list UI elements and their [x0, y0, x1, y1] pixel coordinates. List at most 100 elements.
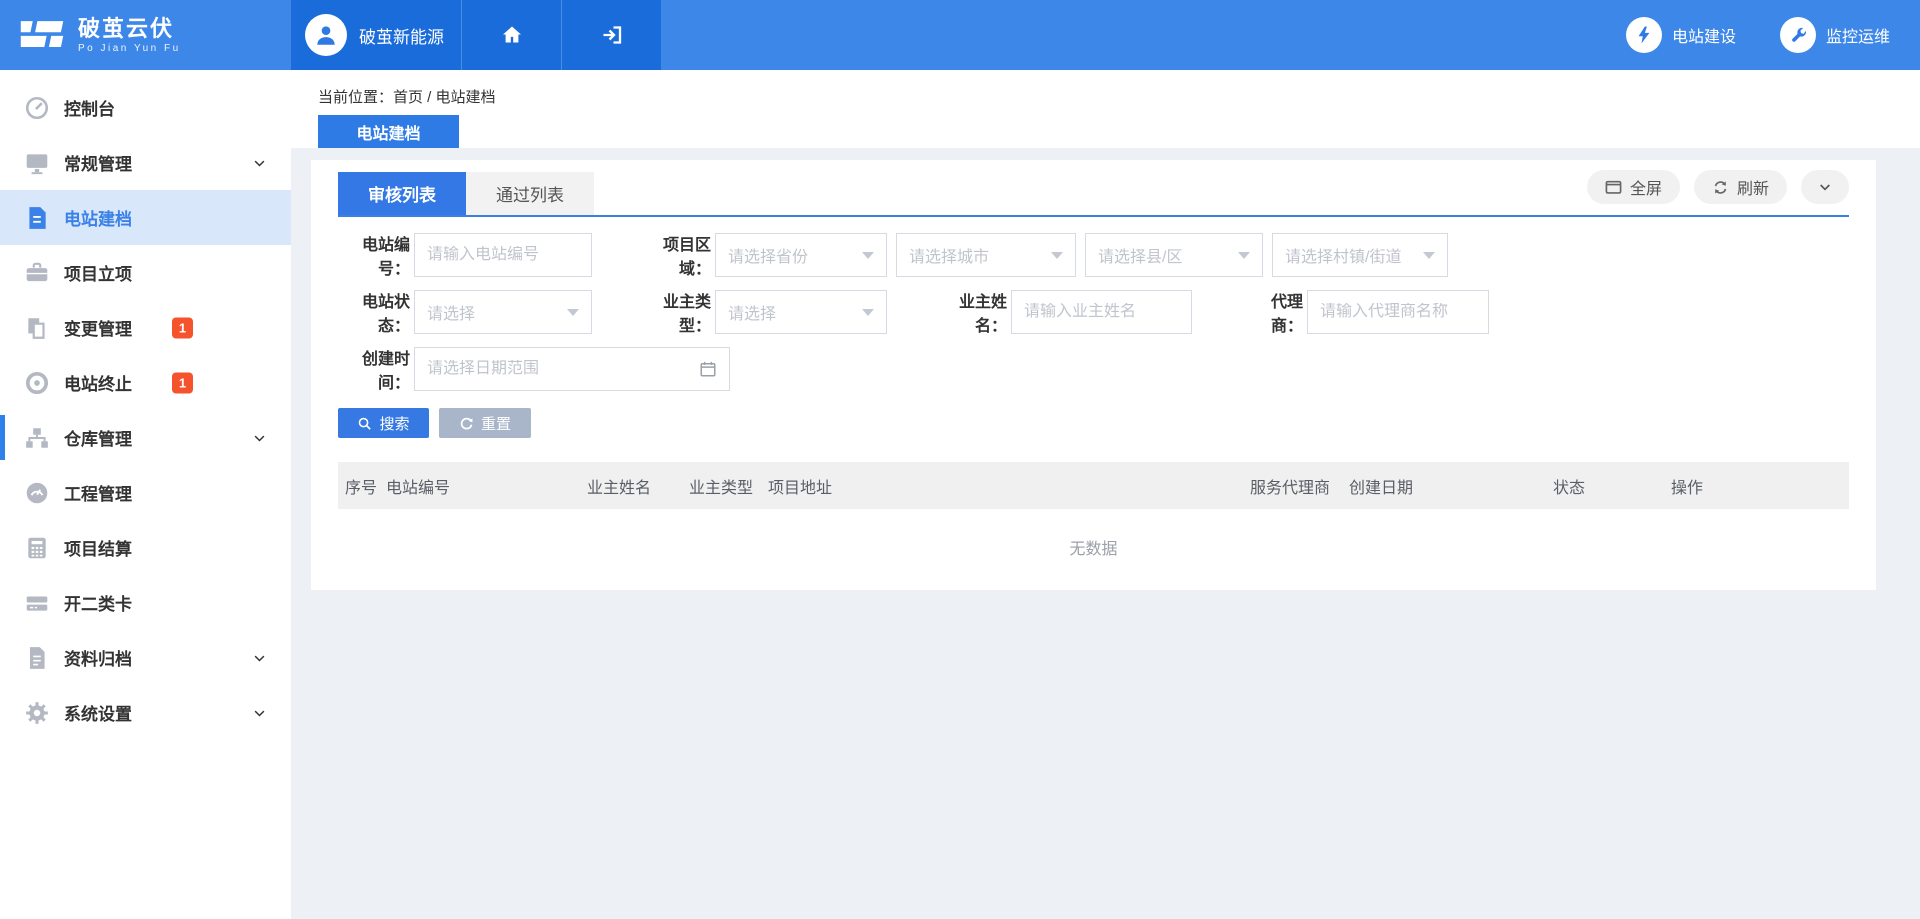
col-project-address: 项目地址	[768, 474, 1250, 498]
breadcrumb-bar: 当前位置：首页 / 电站建档 电站建档	[291, 70, 1920, 148]
sidebar-item-warehouse-mgmt[interactable]: 仓库管理	[0, 410, 291, 465]
sidebar-item-data-archive[interactable]: 资料归档	[0, 630, 291, 685]
user-name: 破茧新能源	[359, 23, 444, 48]
sidebar-item-engineering-mgmt[interactable]: 工程管理	[0, 465, 291, 520]
module-label: 监控运维	[1826, 23, 1890, 47]
search-icon	[357, 416, 372, 431]
sidebar-item-dashboard[interactable]: 控制台	[0, 80, 291, 135]
refresh-icon	[1712, 179, 1729, 196]
sidebar-item-project-settlement[interactable]: 项目结算	[0, 520, 291, 575]
wrench-circle	[1780, 17, 1816, 53]
tab-review-list[interactable]: 审核列表	[338, 172, 466, 215]
agent-label: 代理商：	[1247, 288, 1303, 336]
tab-passed-list[interactable]: 通过列表	[466, 172, 594, 215]
caret-down-icon	[1051, 252, 1063, 259]
sidebar-item-station-filing[interactable]: 电站建档	[0, 190, 291, 245]
station-status-select[interactable]: 请选择	[414, 290, 592, 334]
owner-type-label: 业主类型：	[641, 288, 711, 336]
chevron-down-icon	[252, 155, 267, 170]
search-button[interactable]: 搜索	[338, 408, 429, 438]
home-button[interactable]	[461, 0, 561, 70]
sidebar-item-label: 项目立项	[64, 260, 132, 285]
chevron-down-icon	[252, 705, 267, 720]
module-station-build[interactable]: 电站建设	[1626, 17, 1736, 53]
collapse-button[interactable]	[1801, 170, 1849, 204]
page-tab-station-filing[interactable]: 电站建档	[318, 115, 459, 148]
reset-button[interactable]: 重置	[439, 408, 531, 438]
brand-title: 破茧云伏	[78, 17, 181, 41]
sidebar-item-project-initiation[interactable]: 项目立项	[0, 245, 291, 300]
filter-row-2: 电站状态： 请选择 业主类型： 请选择 业主姓名：	[338, 290, 1849, 334]
province-select-value: 请选择省份	[728, 243, 808, 267]
refresh-label: 刷新	[1737, 175, 1769, 199]
refresh-button[interactable]: 刷新	[1694, 170, 1787, 204]
app-root: 破茧云伏 Po Jian Yun Fu 破茧新能源	[0, 0, 1920, 919]
chevron-down-icon	[252, 430, 267, 445]
owner-name-input[interactable]	[1024, 303, 1179, 321]
station-termination-badge: 1	[172, 372, 193, 393]
content-area: 审核列表 通过列表 全屏	[291, 148, 1920, 919]
brand-text: 破茧云伏 Po Jian Yun Fu	[78, 17, 181, 54]
bank-card-icon	[24, 590, 50, 616]
sidebar-item-label: 电站终止	[64, 370, 132, 395]
sidebar-item-label: 控制台	[64, 95, 115, 120]
home-icon	[500, 23, 524, 47]
sidebar-item-label: 项目结算	[64, 535, 132, 560]
header-user-section: 破茧新能源	[291, 0, 661, 70]
logout-button[interactable]	[561, 0, 661, 70]
briefcase-icon	[24, 260, 50, 286]
reset-label: 重置	[481, 413, 511, 434]
lightning-circle	[1626, 17, 1662, 53]
province-select[interactable]: 请选择省份	[715, 233, 887, 277]
sidebar-item-label: 常规管理	[64, 150, 132, 175]
calculator-icon	[24, 535, 50, 561]
sidebar-item-change-mgmt[interactable]: 变更管理 1	[0, 300, 291, 355]
filter-form: 电站编号： 项目区域： 请选择省份 请选择城市	[338, 217, 1849, 438]
module-monitor-ops[interactable]: 监控运维	[1780, 17, 1890, 53]
station-status-value: 请选择	[427, 300, 475, 324]
gear-icon	[24, 700, 50, 726]
agent-input[interactable]	[1320, 303, 1476, 321]
fullscreen-button[interactable]: 全屏	[1587, 170, 1680, 204]
sidebar-item-label: 开二类卡	[64, 590, 132, 615]
sidebar-item-station-termination[interactable]: 电站终止 1	[0, 355, 291, 410]
sidebar-item-system-settings[interactable]: 系统设置	[0, 685, 291, 740]
owner-type-value: 请选择	[728, 300, 776, 324]
user-menu[interactable]: 破茧新能源	[291, 0, 461, 70]
sidebar-item-label: 仓库管理	[64, 425, 132, 450]
chevron-down-icon	[252, 650, 267, 665]
city-select-value: 请选择城市	[909, 243, 989, 267]
col-status: 状态	[1553, 474, 1671, 498]
caret-down-icon	[1423, 252, 1435, 259]
caret-down-icon	[862, 252, 874, 259]
sidebar: 控制台 常规管理 电站建档	[0, 70, 291, 919]
calendar-icon	[699, 360, 717, 378]
caret-down-icon	[567, 309, 579, 316]
owner-name-label: 业主姓名：	[937, 288, 1007, 336]
avatar[interactable]	[305, 14, 347, 56]
town-select[interactable]: 请选择村镇/街道	[1272, 233, 1448, 277]
col-station-no: 电站编号	[386, 474, 587, 498]
owner-type-select[interactable]: 请选择	[715, 290, 887, 334]
region-label: 项目区域：	[641, 231, 711, 279]
station-filing-card: 审核列表 通过列表 全屏	[311, 160, 1876, 590]
reset-icon	[459, 416, 474, 431]
filter-row-1: 电站编号： 项目区域： 请选择省份 请选择城市	[338, 233, 1849, 277]
create-time-field[interactable]	[414, 347, 730, 391]
file-icon	[24, 645, 50, 671]
sidebar-item-general-mgmt[interactable]: 常规管理	[0, 135, 291, 190]
brand-logo-icon	[18, 16, 66, 54]
top-header: 破茧云伏 Po Jian Yun Fu 破茧新能源	[0, 0, 1920, 70]
sidebar-item-open-type2-card[interactable]: 开二类卡	[0, 575, 291, 630]
sidebar-item-label: 系统设置	[64, 700, 132, 725]
card-toolbar: 全屏 刷新	[1587, 170, 1849, 204]
table-header-row: 序号 电站编号 业主姓名 业主类型 项目地址 服务代理商 创建日期 状态 操作	[338, 462, 1849, 509]
station-no-input[interactable]	[427, 246, 579, 264]
breadcrumb: 当前位置：首页 / 电站建档	[318, 86, 496, 107]
county-select[interactable]: 请选择县/区	[1085, 233, 1263, 277]
filter-actions: 搜索 重置	[338, 408, 1849, 438]
header-right: 电站建设 监控运维	[661, 0, 1920, 70]
city-select[interactable]: 请选择城市	[896, 233, 1076, 277]
date-range-input[interactable]	[427, 360, 699, 378]
breadcrumb-path[interactable]: 首页 / 电站建档	[393, 89, 496, 106]
